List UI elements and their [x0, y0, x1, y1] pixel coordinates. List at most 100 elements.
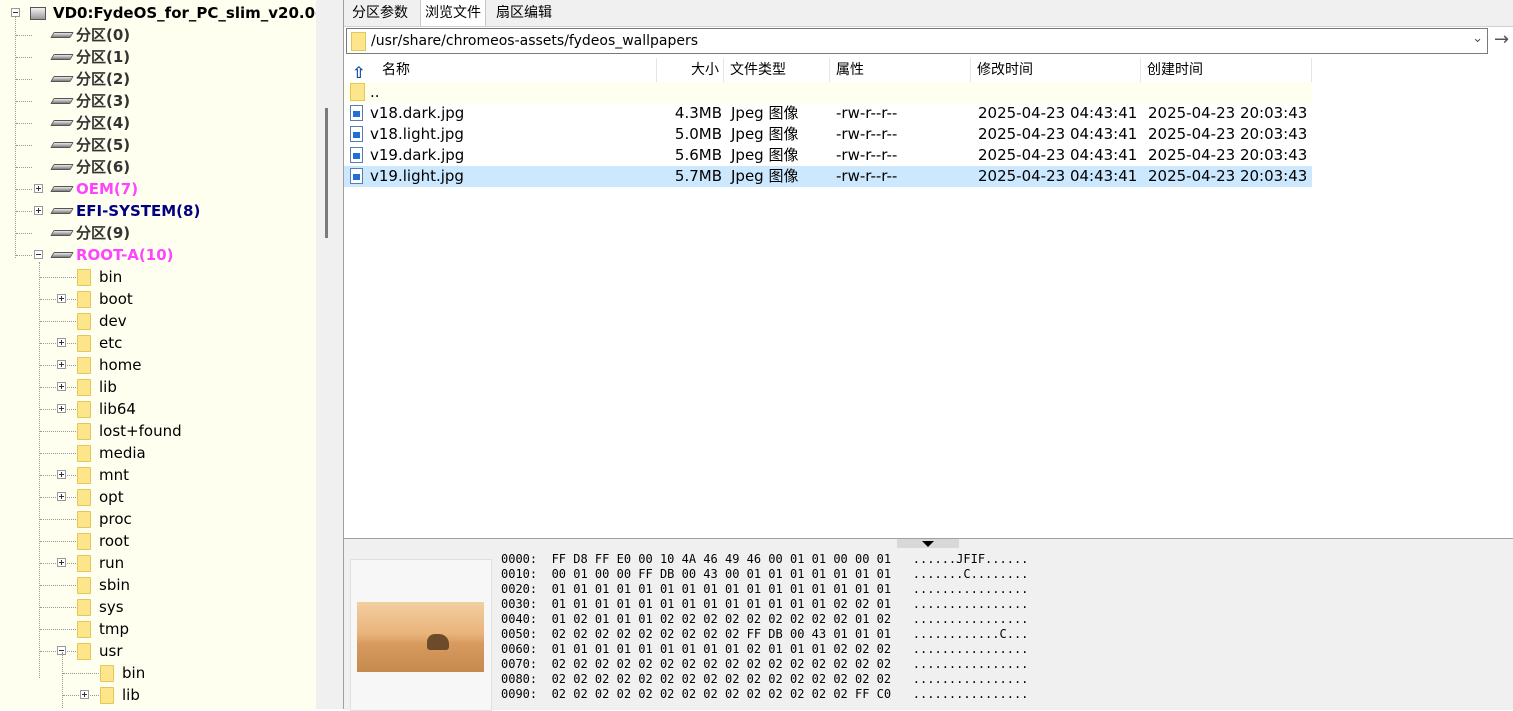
- collapse-grip[interactable]: [897, 539, 959, 548]
- tree-partition[interactable]: EFI-SYSTEM(8): [0, 200, 316, 222]
- folder-icon: [77, 379, 91, 396]
- tree-root-disk[interactable]: VD0:FydeOS_for_PC_slim_v20.0-cor: [0, 2, 316, 24]
- tree-folder[interactable]: bin: [0, 266, 316, 288]
- tree-folder[interactable]: run: [0, 552, 316, 574]
- tree-folder-label: lost+found: [99, 422, 182, 440]
- tree-expand-toggle[interactable]: [57, 404, 66, 413]
- file-name: v19.dark.jpg: [370, 146, 465, 164]
- column-header-name[interactable]: ⇧ 名称: [344, 58, 657, 82]
- tree-line: [40, 277, 76, 279]
- partition-disk-icon: [52, 75, 74, 84]
- tree-folder[interactable]: home: [0, 354, 316, 376]
- tree-folder[interactable]: lib: [0, 684, 316, 706]
- tree-folder[interactable]: root: [0, 530, 316, 552]
- tree-expand-toggle[interactable]: [34, 250, 43, 259]
- tree-partition[interactable]: 分区(2): [0, 68, 316, 90]
- tree-expand-toggle[interactable]: [57, 338, 66, 347]
- tree-folder[interactable]: sbin: [0, 574, 316, 596]
- folder-icon: [77, 533, 91, 550]
- file-size: 4.3MB: [674, 104, 722, 122]
- partition-disk-icon: [52, 163, 74, 172]
- tree-folder[interactable]: tmp: [0, 618, 316, 640]
- file-row[interactable]: v19.dark.jpg 5.6MB Jpeg 图像 -rw-r--r-- 2025-0…: [344, 145, 1312, 166]
- tree-folder[interactable]: boot: [0, 288, 316, 310]
- tree-scrollbar[interactable]: [316, 0, 343, 709]
- tab-browse-files[interactable]: 浏览文件: [420, 0, 486, 26]
- tree-partition-label: EFI-SYSTEM(8): [76, 202, 201, 220]
- up-directory-row[interactable]: ..: [344, 82, 1312, 103]
- go-button[interactable]: →: [1490, 28, 1513, 54]
- partition-disk-icon: [52, 207, 74, 216]
- path-bar: ⌄: [346, 28, 1488, 54]
- tree-partition[interactable]: 分区(0): [0, 24, 316, 46]
- tree-folder[interactable]: lib: [0, 376, 316, 398]
- column-header-created[interactable]: 创建时间: [1141, 58, 1312, 82]
- chevron-down-icon[interactable]: ⌄: [1472, 31, 1483, 46]
- tree-folder[interactable]: lost+found: [0, 420, 316, 442]
- tree-expand-toggle[interactable]: [80, 690, 89, 699]
- tree-partition[interactable]: 分区(4): [0, 112, 316, 134]
- tree-folder-label: run: [99, 554, 125, 572]
- column-header-modified[interactable]: 修改时间: [971, 58, 1141, 82]
- hard-disk-icon: [30, 7, 46, 20]
- tree-expand-toggle[interactable]: [57, 558, 66, 567]
- tree-partition[interactable]: ROOT-A(10): [0, 244, 316, 266]
- tree-folder[interactable]: media: [0, 442, 316, 464]
- tree-folder[interactable]: usr: [0, 640, 316, 662]
- tree-folder[interactable]: opt: [0, 486, 316, 508]
- folder-icon: [77, 577, 91, 594]
- tree-line: [16, 167, 32, 169]
- tree-partition[interactable]: 分区(9): [0, 222, 316, 244]
- folder-icon: [77, 643, 91, 660]
- tree-partition[interactable]: 分区(3): [0, 90, 316, 112]
- tree-partition[interactable]: 分区(5): [0, 134, 316, 156]
- column-header-type[interactable]: 文件类型: [724, 58, 830, 82]
- tree-expand-toggle[interactable]: [57, 382, 66, 391]
- tree-expand-toggle[interactable]: [57, 360, 66, 369]
- folder-icon: [350, 83, 365, 101]
- tree-folder[interactable]: etc: [0, 332, 316, 354]
- tree-folder[interactable]: bin: [0, 662, 316, 684]
- tree-folder[interactable]: dev: [0, 310, 316, 332]
- tree-partition[interactable]: OEM(7): [0, 178, 316, 200]
- tree-partition[interactable]: 分区(1): [0, 46, 316, 68]
- tree-expand-toggle[interactable]: [57, 470, 66, 479]
- tree-line: [16, 211, 32, 213]
- folder-icon: [77, 511, 91, 528]
- folder-icon: [77, 291, 91, 308]
- tree-folder[interactable]: sys: [0, 596, 316, 618]
- hex-line: 0040: 01 02 01 01 01 02 02 02 02 02 02 0…: [501, 612, 1029, 626]
- image-file-icon: [350, 126, 363, 142]
- tab-sector-editor[interactable]: 扇区编辑: [492, 0, 556, 26]
- tree-expand-toggle[interactable]: [57, 492, 66, 501]
- hex-line: 0090: 02 02 02 02 02 02 02 02 02 02 02 0…: [501, 687, 1029, 701]
- tree-folder[interactable]: mnt: [0, 464, 316, 486]
- tree-scrollbar-thumb[interactable]: [325, 108, 328, 238]
- tree-folder[interactable]: lib64: [0, 398, 316, 420]
- partition-disk-icon: [52, 119, 74, 128]
- column-header-attr[interactable]: 属性: [830, 58, 971, 82]
- tree-expand-toggle[interactable]: [34, 184, 43, 193]
- hex-line: 0020: 01 01 01 01 01 01 01 01 01 01 01 0…: [501, 582, 1029, 596]
- tree-line: [40, 321, 76, 323]
- file-attributes: -rw-r--r--: [836, 167, 898, 185]
- folder-icon: [351, 32, 366, 51]
- tree-folder[interactable]: proc: [0, 508, 316, 530]
- column-header-size[interactable]: 大小: [657, 58, 724, 82]
- file-type: Jpeg 图像: [731, 104, 799, 122]
- file-row[interactable]: v18.dark.jpg 4.3MB Jpeg 图像 -rw-r--r-- 2025-0…: [344, 103, 1312, 124]
- image-file-icon: [350, 147, 363, 163]
- tree-partition-label: 分区(4): [76, 114, 131, 132]
- tree-folder-label: mnt: [99, 466, 129, 484]
- image-file-icon: [350, 168, 363, 184]
- up-directory-label: ..: [370, 83, 380, 101]
- tree-expand-toggle[interactable]: [57, 294, 66, 303]
- path-input[interactable]: [371, 31, 1461, 51]
- tree-partition[interactable]: 分区(6): [0, 156, 316, 178]
- tab-partition-params[interactable]: 分区参数: [348, 0, 412, 26]
- tree-folder-label: proc: [99, 510, 132, 528]
- file-row[interactable]: v18.light.jpg 5.0MB Jpeg 图像 -rw-r--r-- 2025-…: [344, 124, 1312, 145]
- tree-expand-toggle[interactable]: [34, 206, 43, 215]
- file-row[interactable]: v19.light.jpg 5.7MB Jpeg 图像 -rw-r--r-- 2025-…: [344, 166, 1312, 187]
- partition-disk-icon: [52, 31, 74, 40]
